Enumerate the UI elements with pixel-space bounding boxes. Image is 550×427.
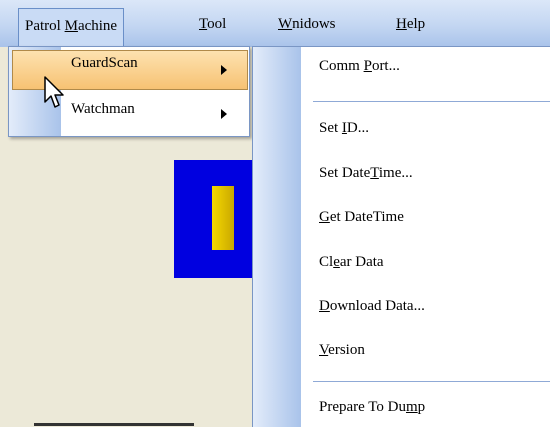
menu-label-mnemonic: T [199, 16, 208, 32]
menu-label-part: Set Date [319, 165, 371, 181]
menu-label-part: ersion [328, 342, 365, 358]
menu-label-part: Prepare To Du [319, 399, 406, 415]
menu-item-set-id[interactable]: Set ID... [319, 120, 369, 137]
menu-label-part: Set [319, 120, 342, 136]
logo-letter-shape [212, 186, 234, 250]
menu-label-mnemonic: e [333, 254, 340, 270]
menu-label-part: ort... [371, 58, 400, 74]
menu-label-mnemonic: H [396, 16, 407, 32]
menu-tool[interactable]: Tool [193, 11, 232, 37]
menu-item-prepare-to-dump[interactable]: Prepare To Dump [319, 399, 425, 416]
menu-item-watchman[interactable]: Watchman [71, 101, 243, 129]
logo-block [174, 160, 260, 278]
menu-item-download-data[interactable]: Download Data... [319, 298, 425, 315]
menu-help[interactable]: Help [390, 11, 431, 37]
menu-label-mnemonic: V [319, 342, 329, 358]
menu-item-set-datetime[interactable]: Set DateTime... [319, 165, 413, 182]
menu-label-mnemonic: M [64, 18, 78, 34]
menu-label-mnemonic: m [405, 399, 418, 415]
menu-label-part: D... [346, 120, 370, 136]
menu-item-label: GuardScan [71, 55, 138, 71]
menu-separator [313, 381, 550, 382]
menu-label-part: elp [406, 16, 426, 32]
menu-label-part: nidows [292, 16, 336, 32]
menu-item-guardscan[interactable]: GuardScan [71, 55, 243, 85]
submenu-arrow-icon [221, 65, 227, 75]
submenu-arrow-icon [221, 109, 227, 119]
menu-separator [313, 101, 550, 102]
menu-windows[interactable]: Wnidows [272, 11, 342, 37]
menu-label-part: Comm [319, 58, 364, 74]
menu-icon-strip [253, 47, 301, 427]
menu-label-mnemonic: T [370, 165, 379, 181]
menu-label-part: ar Data [339, 254, 384, 270]
menu-label-mnemonic: G [319, 209, 330, 225]
menu-item-version[interactable]: Version [319, 342, 365, 359]
menu-bar: Patrol Machine Tool Wnidows Help [0, 0, 550, 47]
menu-label-part: ownload Data... [329, 298, 425, 314]
menu-label-part: achine [77, 18, 118, 34]
menu-label-part: p [417, 399, 426, 415]
menu-label-part: et DateTime [329, 209, 404, 225]
menu-label-mnemonic: P [363, 58, 372, 74]
menu-label-mnemonic: D [319, 298, 330, 314]
mouse-cursor-icon [44, 76, 64, 108]
menu-item-clear-data[interactable]: Clear Data [319, 254, 384, 271]
menu-item-comm-port[interactable]: Comm Port... [319, 58, 400, 75]
bottom-divider [34, 423, 194, 426]
menu-label-part: Patrol [25, 18, 65, 34]
menu-label-part: ime... [378, 165, 413, 181]
menu-label-part: Cl [319, 254, 334, 270]
menu-patrol-machine[interactable]: Patrol Machine [18, 8, 125, 47]
menu-label-mnemonic: W [278, 16, 293, 32]
guardscan-submenu: Comm Port... Set ID... Set DateTime... G… [252, 46, 550, 427]
menu-label-part: ool [207, 16, 227, 32]
menu-item-label: Watchman [71, 101, 135, 117]
menu-item-get-datetime[interactable]: Get DateTime [319, 209, 404, 226]
